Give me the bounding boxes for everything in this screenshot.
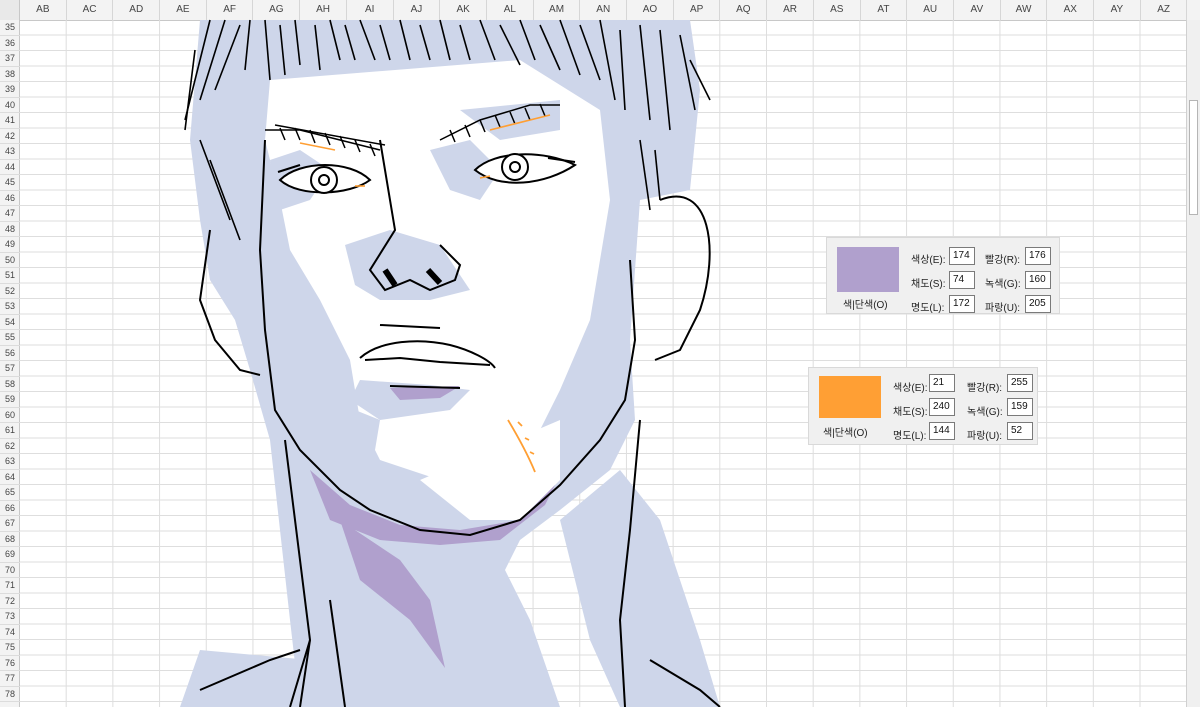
lum-field[interactable]: 172 <box>949 295 975 313</box>
sat-field[interactable]: 240 <box>929 398 955 416</box>
sat-field[interactable]: 74 <box>949 271 975 289</box>
green-field[interactable]: 160 <box>1025 271 1051 289</box>
color-panel-orange: 색|단색(O) 색상(E): 21 채도(S): 240 명도(L): 144 … <box>808 367 1038 445</box>
face-illustration <box>180 19 721 707</box>
lum-label: 명도(L): <box>893 431 927 442</box>
sat-label: 채도(S): <box>893 407 928 418</box>
fill-type-label: 색|단색(O) <box>843 300 888 311</box>
orange-swatch <box>819 376 881 418</box>
red-label: 빨강(R): <box>967 383 1003 394</box>
lum-field[interactable]: 144 <box>929 422 955 440</box>
red-label: 빨강(R): <box>985 255 1021 266</box>
color-panel-purple: 색|단색(O) 색상(E): 174 채도(S): 74 명도(L): 172 … <box>826 237 1060 314</box>
scrollbar-thumb[interactable] <box>1189 100 1198 215</box>
fill-type-label: 색|단색(O) <box>823 428 868 439</box>
blue-label: 파랑(U): <box>967 431 1003 442</box>
red-field[interactable]: 176 <box>1025 247 1051 265</box>
green-label: 녹색(G): <box>967 407 1003 418</box>
hue-field[interactable]: 174 <box>949 247 975 265</box>
green-field[interactable]: 159 <box>1007 398 1033 416</box>
hue-field[interactable]: 21 <box>929 374 955 392</box>
blue-label: 파랑(U): <box>985 303 1021 314</box>
blue-field[interactable]: 52 <box>1007 422 1033 440</box>
blue-field[interactable]: 205 <box>1025 295 1051 313</box>
lum-label: 명도(L): <box>911 303 945 314</box>
vertical-scrollbar[interactable] <box>1186 20 1200 707</box>
hue-label: 색상(E): <box>911 255 946 266</box>
purple-swatch <box>837 247 899 292</box>
hue-label: 색상(E): <box>893 383 928 394</box>
green-label: 녹색(G): <box>985 279 1021 290</box>
sat-label: 채도(S): <box>911 279 946 290</box>
red-field[interactable]: 255 <box>1007 374 1033 392</box>
